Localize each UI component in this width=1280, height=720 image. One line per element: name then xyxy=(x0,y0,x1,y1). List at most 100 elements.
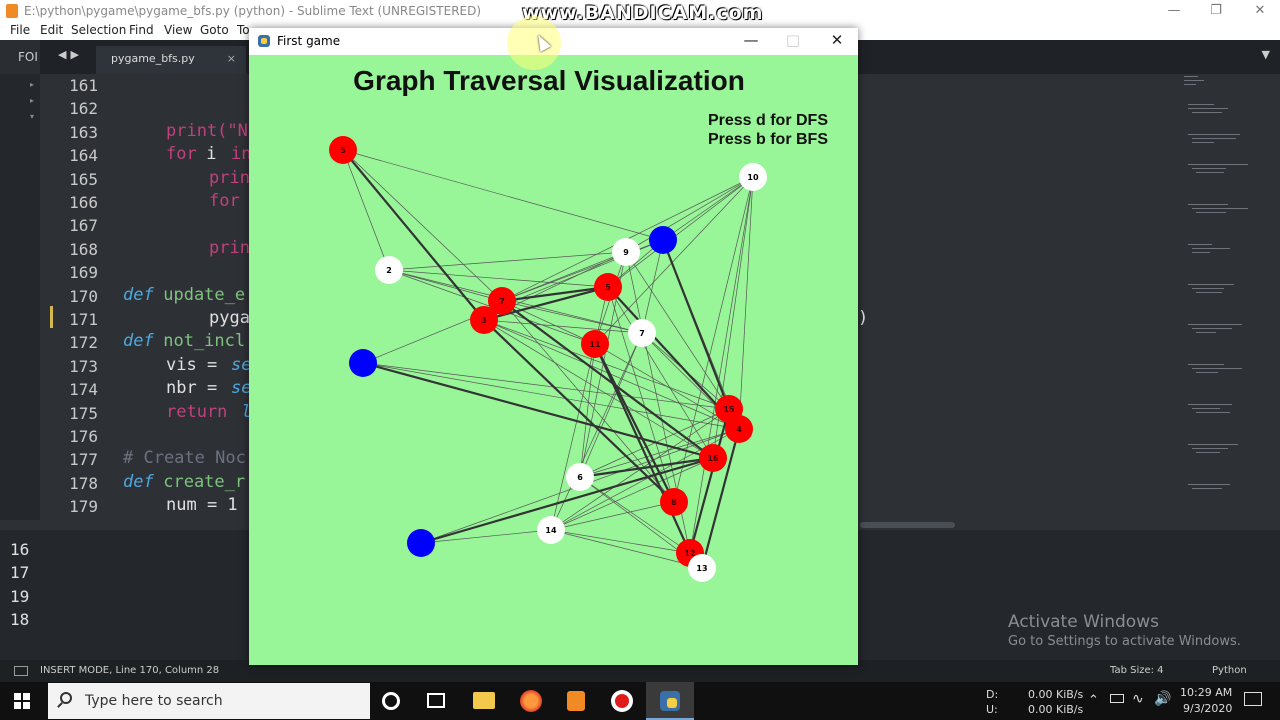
graph-canvas: 521097357111541668141213 xyxy=(329,136,767,582)
node-label: 16 xyxy=(707,454,719,463)
code-token: for xyxy=(166,144,197,164)
file-explorer-icon[interactable] xyxy=(473,692,495,709)
code-token: vis = xyxy=(166,355,228,375)
firefox-icon[interactable] xyxy=(520,690,542,712)
line-number: 164 xyxy=(69,146,98,165)
chevron-icon[interactable]: ▸ xyxy=(30,96,36,105)
graph-node-visited: 4 xyxy=(725,415,753,443)
line-number: 179 xyxy=(69,497,98,516)
panel-toggle-icon[interactable] xyxy=(14,666,28,676)
line-number: 176 xyxy=(69,427,98,446)
close-button[interactable]: ✕ xyxy=(817,31,857,49)
battery-icon[interactable] xyxy=(1110,694,1124,703)
code-token: for xyxy=(209,191,240,211)
sublime-app-icon xyxy=(6,4,18,18)
menu-selection[interactable]: Selection xyxy=(71,23,126,37)
line-number: 161 xyxy=(69,76,98,95)
code-token: update_e xyxy=(153,285,246,305)
graph-node-current xyxy=(649,226,677,254)
menu-view[interactable]: View xyxy=(164,23,192,37)
node-label: 3 xyxy=(481,316,487,325)
code-token: def xyxy=(123,285,154,305)
tab-size[interactable]: Tab Size: 4 xyxy=(1110,665,1164,676)
task-view-icon[interactable] xyxy=(427,693,445,708)
line-number: 175 xyxy=(69,404,98,423)
tab-nav-arrows-icon[interactable]: ◀▶ xyxy=(58,48,83,61)
net-download-speed: 0.00 KiB/s xyxy=(1028,688,1084,701)
code-token: return xyxy=(166,402,228,422)
pygame-window[interactable]: First game — □ ✕ Graph Traversal Visuali… xyxy=(249,28,858,665)
code-token: def xyxy=(123,331,154,351)
code-token: num = 1 xyxy=(166,495,238,515)
modified-line-marker xyxy=(50,306,53,328)
close-button[interactable]: ✕ xyxy=(1240,0,1280,22)
graph-node-visited: 5 xyxy=(329,136,357,164)
bandicam-record-icon[interactable] xyxy=(611,690,633,712)
line-number: 177 xyxy=(69,450,98,469)
graph-node-visited: 3 xyxy=(470,306,498,334)
console-line: 16 xyxy=(10,540,30,559)
clock-time[interactable]: 10:29 AM xyxy=(1180,686,1232,699)
clock-date[interactable]: 9/3/2020 xyxy=(1183,702,1232,715)
taskbar-pygame-active[interactable] xyxy=(646,682,694,720)
activate-windows-subtitle: Go to Settings to activate Windows. xyxy=(1008,634,1241,649)
menu-file[interactable]: File xyxy=(10,23,30,37)
node-label: 15 xyxy=(723,405,735,414)
graph-node-unvisited: 6 xyxy=(566,463,594,491)
cortana-icon[interactable] xyxy=(382,692,400,710)
menu-tools[interactable]: To xyxy=(237,23,250,37)
graph-node-unvisited: 9 xyxy=(612,238,640,266)
search-placeholder: Type here to search xyxy=(85,693,223,709)
sublime-text-icon[interactable] xyxy=(567,691,585,711)
line-number-gutter: 161 162 163 164 165 166 167 168 169 170 … xyxy=(40,74,110,520)
minimap[interactable] xyxy=(1180,74,1270,520)
line-number: 162 xyxy=(69,99,98,118)
tab-close-icon[interactable]: × xyxy=(227,46,236,72)
node-label: 7 xyxy=(639,329,645,338)
node-label: 7 xyxy=(499,297,505,306)
line-number: 166 xyxy=(69,193,98,212)
menu-goto[interactable]: Goto xyxy=(200,23,229,37)
node-label: 5 xyxy=(605,283,611,292)
graph-edge xyxy=(625,176,754,253)
node-label: 2 xyxy=(386,266,392,275)
node-label: 4 xyxy=(736,425,742,434)
maximize-button: □ xyxy=(785,31,801,49)
console-line: 18 xyxy=(10,610,30,629)
taskbar-search-box[interactable]: Type here to search xyxy=(48,683,370,719)
windows-start-icon[interactable] xyxy=(14,693,30,709)
code-token: def xyxy=(123,472,154,492)
line-number: 173 xyxy=(69,357,98,376)
menu-find[interactable]: Find xyxy=(129,23,154,37)
maximize-button[interactable]: ❐ xyxy=(1196,0,1236,22)
notifications-icon[interactable] xyxy=(1244,692,1262,706)
graph-edge xyxy=(550,529,691,554)
volume-icon[interactable]: 🔊 xyxy=(1154,691,1171,707)
tab-pygame-bfs[interactable]: pygame_bfs.py × xyxy=(96,46,246,74)
graph-node-unvisited: 10 xyxy=(739,163,767,191)
tab-menu-chevron-icon[interactable]: ▼ xyxy=(1262,48,1270,61)
minimize-button[interactable]: — xyxy=(1154,0,1194,22)
line-number: 165 xyxy=(69,170,98,189)
node-circle xyxy=(407,529,435,557)
search-icon xyxy=(60,692,72,704)
chevron-icon[interactable]: ▾ xyxy=(30,112,36,121)
graph-node-current xyxy=(349,349,377,377)
node-label: 5 xyxy=(340,146,346,155)
code-token: pyga xyxy=(209,308,250,328)
syntax-selector[interactable]: Python xyxy=(1212,665,1247,676)
graph-edge xyxy=(342,149,390,271)
chevron-icon[interactable]: ▸ xyxy=(30,80,36,89)
line-number: 178 xyxy=(69,474,98,493)
line-number: 172 xyxy=(69,333,98,352)
net-upload-label: U: xyxy=(986,703,998,716)
network-icon[interactable]: ∿ xyxy=(1132,691,1144,707)
menu-edit[interactable]: Edit xyxy=(40,23,63,37)
tray-chevron-icon[interactable]: ⌃ xyxy=(1088,693,1099,708)
graph-edges xyxy=(342,149,754,569)
screen: E:\python\pygame\pygame_bfs.py (python) … xyxy=(0,0,1280,720)
graph-node-unvisited: 13 xyxy=(688,554,716,582)
minimize-button[interactable]: — xyxy=(731,31,771,49)
graph-node-unvisited: 7 xyxy=(628,319,656,347)
scrollbar-thumb[interactable] xyxy=(860,522,955,528)
